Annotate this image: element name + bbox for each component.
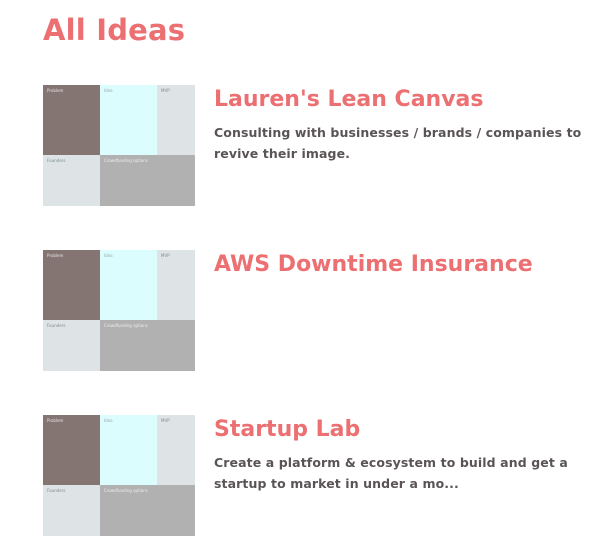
canvas-cell-problem: Problem xyxy=(43,85,100,155)
page-title: All Ideas xyxy=(43,13,186,47)
canvas-cell-crowdfunding: Crowdfunding options xyxy=(100,155,195,206)
idea-description: Create a platform & ecosystem to build a… xyxy=(214,455,568,491)
canvas-cell-crowdfunding: Crowdfunding options xyxy=(100,320,195,371)
canvas-cell-mvp: MVP xyxy=(157,250,195,320)
canvas-cell-mvp: MVP xyxy=(157,415,195,485)
idea-description: Consulting with businesses / brands / co… xyxy=(214,125,582,161)
idea-title-link[interactable]: Lauren's Lean Canvas xyxy=(214,85,484,115)
canvas-cell-idea: Idea xyxy=(100,85,157,155)
lean-canvas-thumbnail[interactable]: Problem Idea MVP Founders Crowdfunding o… xyxy=(43,250,195,371)
canvas-cell-crowdfunding: Crowdfunding options xyxy=(100,485,195,536)
lean-canvas-thumbnail[interactable]: Problem Idea MVP Founders Crowdfunding o… xyxy=(43,415,195,536)
canvas-cell-founders: Founders xyxy=(43,155,100,206)
canvas-cell-problem: Problem xyxy=(43,415,100,485)
canvas-cell-mvp: MVP xyxy=(157,85,195,155)
idea-card[interactable]: Problem Idea MVP Founders Crowdfunding o… xyxy=(43,85,596,207)
idea-title-link[interactable]: AWS Downtime Insurance xyxy=(214,250,533,280)
idea-card[interactable]: Problem Idea MVP Founders Crowdfunding o… xyxy=(43,250,596,372)
canvas-cell-founders: Founders xyxy=(43,485,100,536)
idea-title-link[interactable]: Startup Lab xyxy=(214,415,360,445)
lean-canvas-thumbnail[interactable]: Problem Idea MVP Founders Crowdfunding o… xyxy=(43,85,195,206)
canvas-cell-idea: Idea xyxy=(100,250,157,320)
canvas-cell-idea: Idea xyxy=(100,415,157,485)
canvas-cell-founders: Founders xyxy=(43,320,100,371)
canvas-cell-problem: Problem xyxy=(43,250,100,320)
idea-card[interactable]: Problem Idea MVP Founders Crowdfunding o… xyxy=(43,415,596,537)
